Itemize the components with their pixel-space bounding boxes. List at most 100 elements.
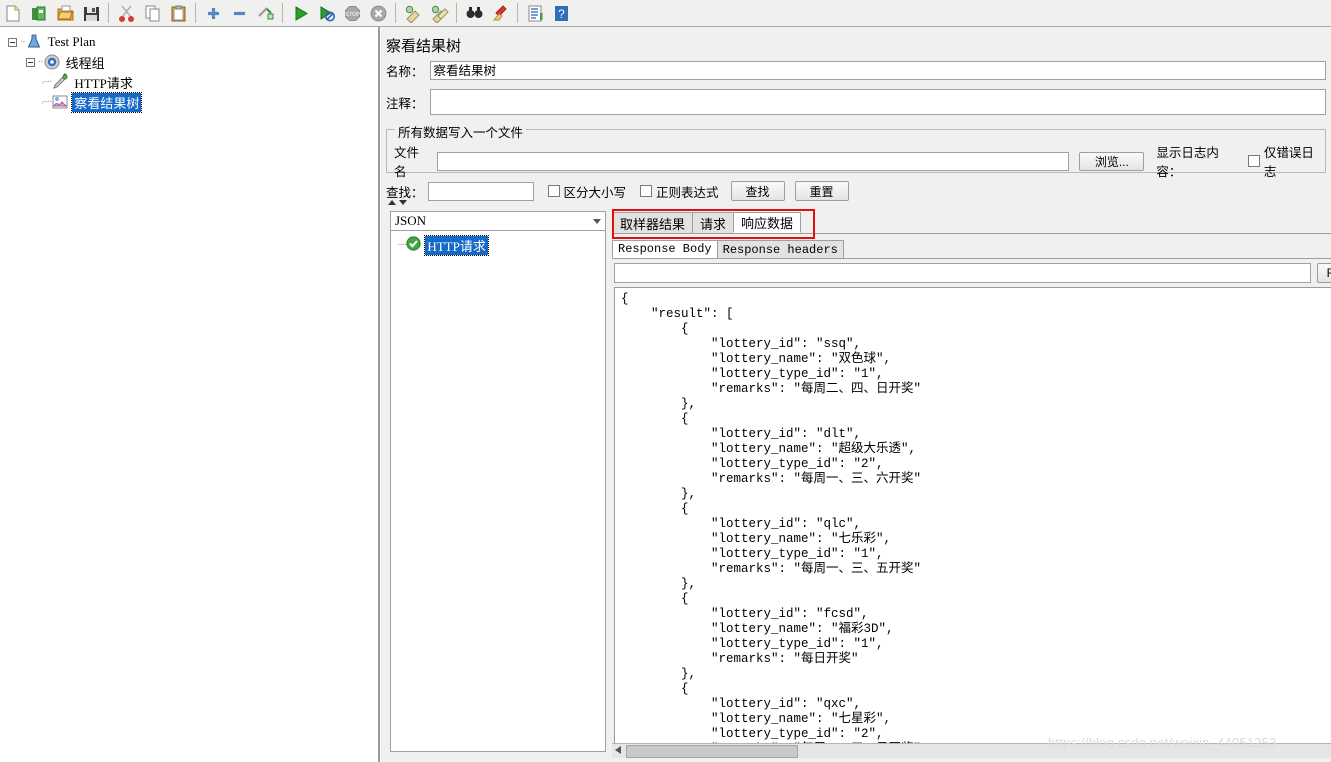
expand-icon[interactable] <box>200 1 226 25</box>
stop-icon[interactable]: STOP <box>339 1 365 25</box>
comment-row: 注释： <box>386 89 1328 115</box>
view-results-tree-icon <box>51 93 69 111</box>
templates-icon[interactable] <box>26 1 52 25</box>
response-find-row: Fin <box>614 263 1331 283</box>
tree-item-label: HTTP请求 <box>74 75 133 91</box>
tree-item-test-plan[interactable]: ·· Test Plan <box>0 32 378 52</box>
tree-item-label: 察看结果树 <box>71 91 143 113</box>
subtab-response-headers[interactable]: Response headers <box>716 240 844 258</box>
toolbar-separator <box>282 3 283 23</box>
reset-search-icon[interactable] <box>487 1 513 25</box>
chevron-down-icon <box>593 218 601 224</box>
result-detail-pane: 取样器结果 请求 响应数据 Response Body Response hea… <box>612 209 1331 756</box>
comment-label: 注释： <box>386 96 424 111</box>
toolbar-separator <box>517 3 518 23</box>
http-request-icon <box>51 73 69 91</box>
results-tree[interactable]: ···· HTTP请求 <box>390 231 606 752</box>
tree-item-label: Test Plan <box>47 34 96 49</box>
tab-response-data[interactable]: 响应数据 <box>733 212 802 233</box>
start-icon[interactable] <box>287 1 313 25</box>
split-collapse-down-icon[interactable] <box>399 200 407 205</box>
toolbar-separator <box>108 3 109 23</box>
search-bar: 查找： 区分大小写 正则表达式 查找 重置 <box>386 181 849 201</box>
tree-item-http-request[interactable]: ⌐·· HTTP请求 <box>0 72 378 92</box>
tree-line: ···· <box>397 239 407 251</box>
svg-text:?: ? <box>558 7 565 21</box>
toolbar-separator <box>395 3 396 23</box>
tab-request[interactable]: 请求 <box>692 212 735 233</box>
search-label: 查找： <box>386 185 424 200</box>
success-status-icon <box>406 236 422 254</box>
write-all-data-group-title: 所有数据写入一个文件 <box>395 122 527 141</box>
clear-icon[interactable] <box>400 1 426 25</box>
response-find-input[interactable] <box>614 263 1311 283</box>
svg-text:STOP: STOP <box>345 12 360 18</box>
results-list-pane: JSON ···· HTTP请求 <box>390 211 606 756</box>
log-display-label: 显示日志内容： <box>1156 146 1219 179</box>
tree-line: ⌐·· <box>42 76 52 88</box>
toolbar-separator <box>195 3 196 23</box>
toggle-icon[interactable] <box>252 1 278 25</box>
browse-button[interactable]: 浏览... <box>1079 151 1145 171</box>
page-title: 察看结果树 <box>386 38 462 55</box>
result-item-label: HTTP请求 <box>424 234 489 256</box>
save-icon[interactable] <box>78 1 104 25</box>
render-format-value: JSON <box>395 213 427 228</box>
errors-only-checkbox[interactable] <box>1248 155 1260 167</box>
search-input[interactable] <box>427 181 534 201</box>
tab-sampler-result[interactable]: 取样器结果 <box>612 212 694 233</box>
function-helper-icon[interactable] <box>522 1 548 25</box>
shutdown-icon[interactable] <box>365 1 391 25</box>
name-row: 名称： 察看结果树 <box>386 61 1328 80</box>
write-all-data-groupbox: 所有数据写入一个文件 文件名 浏览... 显示日志内容： 仅错误日志 <box>386 122 1326 179</box>
response-subtabs: Response Body Response headers <box>612 238 1331 259</box>
filename-label: 文件名 <box>394 146 420 179</box>
render-format-combo[interactable]: JSON <box>390 211 606 231</box>
copy-icon[interactable] <box>139 1 165 25</box>
subtab-response-body[interactable]: Response Body <box>612 240 718 258</box>
toolbar-separator <box>456 3 457 23</box>
regex-checkbox[interactable] <box>640 185 653 197</box>
split-collapse-up-icon[interactable] <box>388 200 396 205</box>
tree-item-thread-group[interactable]: ·· 线程组 <box>0 52 378 72</box>
tree-expand-toggle[interactable] <box>4 32 20 52</box>
thread-group-icon <box>43 53 61 71</box>
response-body-text: { "result": [ { "lottery_id": "ssq", "lo… <box>621 292 922 755</box>
tree-expand-toggle[interactable] <box>22 52 38 72</box>
name-label: 名称： <box>386 65 424 79</box>
scrollbar-thumb[interactable] <box>626 745 798 758</box>
tree-line: ⌐·· <box>42 96 52 108</box>
name-input[interactable]: 察看结果树 <box>429 61 1326 80</box>
main-toolbar: STOP ? <box>0 0 1331 27</box>
filename-input[interactable] <box>436 151 1070 171</box>
comment-input[interactable] <box>429 89 1326 115</box>
errors-only-label: 仅错误日志 <box>1263 146 1314 179</box>
test-plan-icon <box>25 33 43 51</box>
jmeter-window: STOP ? ·· Test Plan ·· 线程组 ⌐·· HTTP请求 ⌐·… <box>0 0 1331 762</box>
case-sensitive-checkbox[interactable] <box>547 185 560 197</box>
response-find-button[interactable]: Fin <box>1317 263 1331 283</box>
collapse-icon[interactable] <box>226 1 252 25</box>
new-icon[interactable] <box>0 1 26 25</box>
scroll-left-icon[interactable] <box>615 746 621 754</box>
split-divider[interactable] <box>388 200 407 205</box>
reset-button[interactable]: 重置 <box>794 181 849 201</box>
result-tabs: 取样器结果 请求 响应数据 <box>612 211 1331 234</box>
test-plan-tree[interactable]: ·· Test Plan ·· 线程组 ⌐·· HTTP请求 ⌐·· 察看结果树 <box>0 27 380 762</box>
case-sensitive-label: 区分大小写 <box>563 185 627 200</box>
response-body-viewer[interactable]: { "result": [ { "lottery_id": "ssq", "lo… <box>614 287 1331 756</box>
tree-item-view-results-tree[interactable]: ⌐·· 察看结果树 <box>0 91 378 113</box>
help-icon[interactable]: ? <box>548 1 574 25</box>
result-item-http-request[interactable]: ···· HTTP请求 <box>391 234 605 256</box>
start-no-pause-icon[interactable] <box>313 1 339 25</box>
tree-item-label: 线程组 <box>65 55 105 71</box>
watermark: https://blog.csdn.net/weixin_44051253 <box>1048 735 1277 750</box>
open-icon[interactable] <box>52 1 78 25</box>
filename-row: 文件名 浏览... 显示日志内容： 仅错误日志 <box>394 142 1325 180</box>
paste-icon[interactable] <box>165 1 191 25</box>
view-results-tree-panel: 察看结果树 名称： 察看结果树 注释： 所有数据写入一个文件 文件名 浏览...… <box>381 27 1331 762</box>
find-button[interactable]: 查找 <box>730 181 785 201</box>
cut-icon[interactable] <box>113 1 139 25</box>
search-icon[interactable] <box>461 1 487 25</box>
clear-all-icon[interactable] <box>426 1 452 25</box>
